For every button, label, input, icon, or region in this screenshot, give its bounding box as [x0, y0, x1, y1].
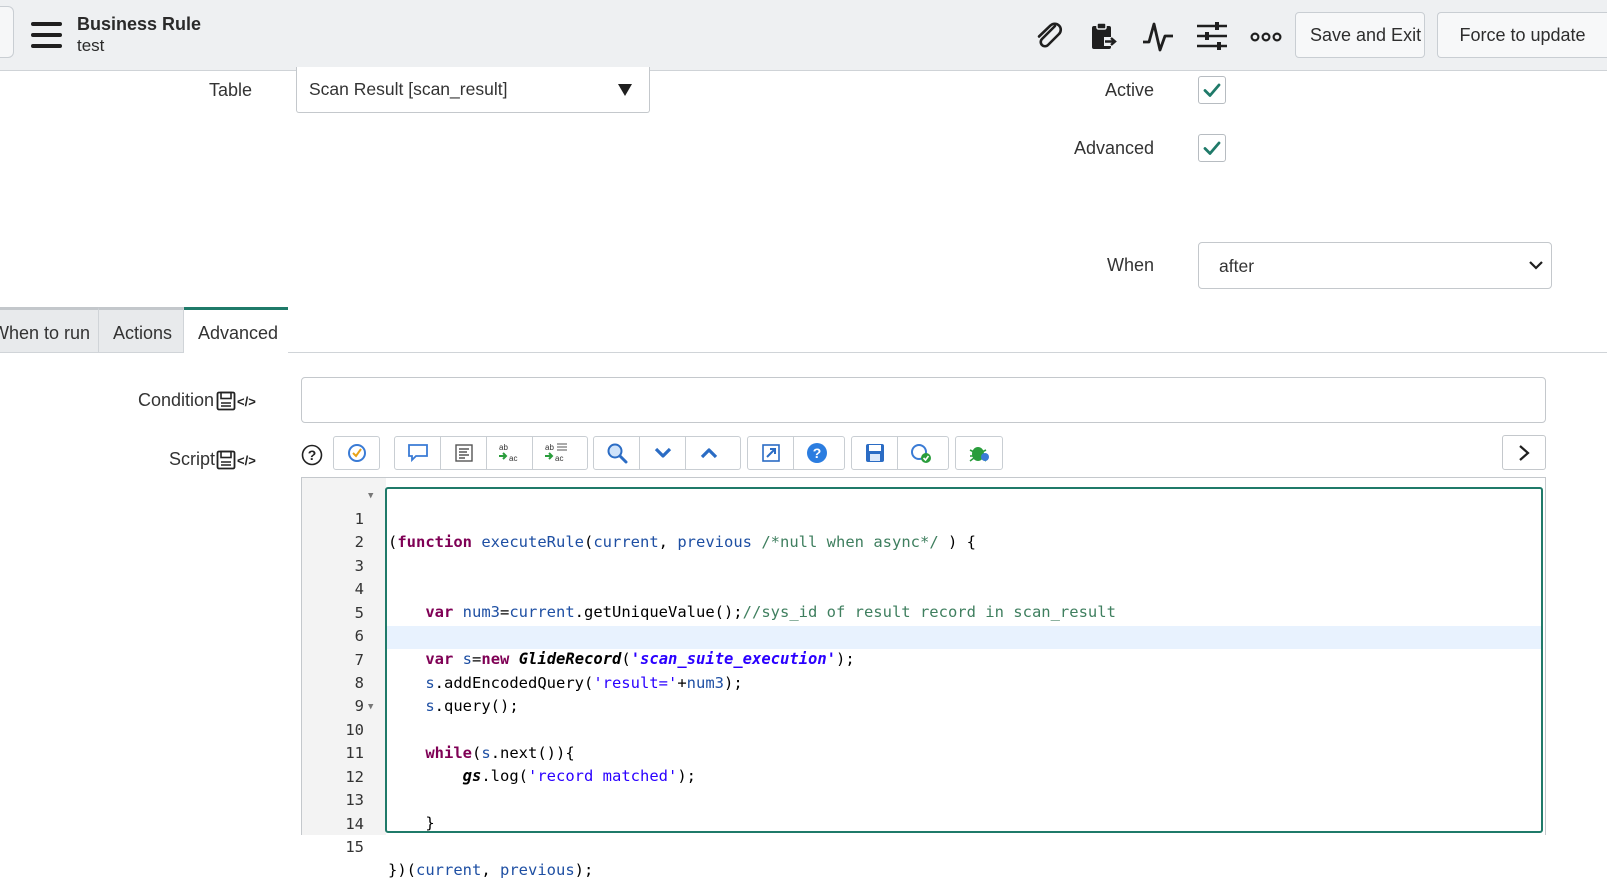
script-label: Script [169, 449, 216, 469]
when-select-value: after [1219, 256, 1255, 276]
code-line[interactable]: 3 [302, 532, 1542, 575]
tab-label: Advanced [198, 323, 279, 343]
tab-label: When to run [0, 323, 91, 343]
left-panel-edge[interactable] [0, 6, 14, 58]
svg-text:?: ? [308, 447, 317, 463]
svg-text:ab: ab [545, 443, 554, 452]
script-include-icon[interactable] [334, 437, 379, 469]
editor-toolbar-group [593, 436, 741, 470]
syntax-check-icon[interactable] [898, 437, 944, 469]
record-name: test [77, 36, 105, 55]
condition-input[interactable] [301, 377, 1546, 423]
editor-help-icon[interactable]: ? [794, 437, 840, 469]
code-line[interactable]: 8 s.query(); [302, 649, 1542, 715]
checkmark-icon [1203, 83, 1221, 97]
help-icon[interactable]: ? [301, 444, 323, 466]
when-label: When [1106, 255, 1154, 275]
activity-icon[interactable] [1142, 20, 1174, 52]
code-line[interactable]: 4 var num3=current.getUniqueValue();//sy… [302, 555, 1542, 621]
search-icon[interactable] [594, 437, 640, 469]
clipboard-icon[interactable] [1087, 20, 1119, 52]
code-line[interactable]: 13 } [302, 766, 1542, 832]
menu-icon[interactable] [31, 22, 62, 48]
tab-when-to-run[interactable]: When to run [0, 307, 99, 353]
editor-toolbar-group [955, 436, 1003, 470]
code-line[interactable]: 10 ▼ while(s.next()){ [302, 696, 1542, 762]
force-update-button[interactable]: Force to update [1437, 12, 1607, 58]
svg-text:?: ? [813, 445, 822, 461]
code-tag-icon[interactable]: </> [237, 453, 256, 468]
condition-label: Condition [138, 390, 215, 410]
active-label: Active [1104, 80, 1154, 100]
save-and-exit-button[interactable]: Save and Exit [1295, 12, 1425, 58]
code-line[interactable]: 15 })(current, previous); [302, 813, 1542, 879]
dropdown-triangle-icon [618, 84, 632, 96]
debug-icon[interactable] [956, 437, 1002, 469]
code-line[interactable]: 11 gs.log('record matched'); [302, 719, 1542, 785]
editor-toolbar-group [851, 436, 949, 470]
tab-advanced[interactable]: Advanced [184, 307, 288, 353]
form-header: Business Rule test Save and Exit Force t… [0, 0, 1607, 71]
line-number: 15 [345, 838, 364, 856]
advanced-checkbox[interactable] [1198, 134, 1226, 162]
fold-arrow-icon[interactable]: ▼ [368, 696, 373, 719]
save-icon[interactable] [852, 437, 898, 469]
editor-toolbar-group: ab ac ab ac [394, 436, 588, 470]
table-select[interactable]: Scan Result [scan_result] [296, 67, 650, 113]
svg-text:ab: ab [499, 443, 508, 452]
checkmark-icon [1203, 141, 1221, 155]
fullscreen-icon[interactable] [748, 437, 794, 469]
code-line[interactable]: 6 var s=new GlideRecord('scan_suite_exec… [302, 602, 1542, 668]
code-line[interactable]: 1 ▼ (function executeRule(current, previo… [302, 485, 1542, 551]
editor-toolbar-group [333, 436, 380, 470]
code-line[interactable]: 2 [302, 508, 1542, 551]
code-line[interactable]: 14 [302, 790, 1542, 833]
chevron-right-icon [1519, 445, 1530, 461]
paperclip-icon[interactable] [1033, 20, 1065, 52]
comment-icon[interactable] [395, 437, 441, 469]
when-select[interactable]: after [1198, 242, 1552, 289]
fold-arrow-icon[interactable]: ▼ [368, 485, 373, 508]
advanced-label: Advanced [1073, 138, 1154, 158]
form-title: Business Rule [77, 14, 202, 34]
active-checkbox[interactable] [1198, 76, 1226, 104]
format-code-icon[interactable] [441, 437, 487, 469]
replace-icon[interactable]: ab ac [487, 437, 533, 469]
svg-text:ac: ac [555, 454, 563, 463]
svg-text:ac: ac [509, 454, 517, 463]
save-field-icon[interactable] [216, 450, 236, 470]
table-select-value: Scan Result [scan_result] [309, 79, 508, 99]
editor-toolbar-group: ? [747, 436, 845, 470]
code-line[interactable]: 7 s.addEncodedQuery('result='+num3); [302, 626, 1542, 692]
tab-label: Actions [113, 323, 173, 343]
more-icon[interactable] [1250, 20, 1282, 52]
code-tag-icon[interactable]: </> [237, 394, 256, 409]
code-line[interactable]: 9 [302, 672, 1542, 715]
save-field-icon[interactable] [216, 391, 236, 411]
expand-panel-button[interactable] [1502, 435, 1546, 470]
find-previous-icon[interactable] [686, 437, 732, 469]
table-label: Table [208, 80, 252, 100]
code-line[interactable]: 5 [302, 579, 1542, 622]
sliders-icon[interactable] [1196, 20, 1228, 52]
tabs-divider [288, 352, 1607, 353]
find-next-icon[interactable] [640, 437, 686, 469]
replace-all-icon[interactable]: ab ac [533, 437, 579, 469]
tab-actions[interactable]: Actions [99, 307, 184, 353]
chevron-down-icon [1529, 261, 1543, 270]
code-line[interactable]: 12 [302, 743, 1542, 786]
